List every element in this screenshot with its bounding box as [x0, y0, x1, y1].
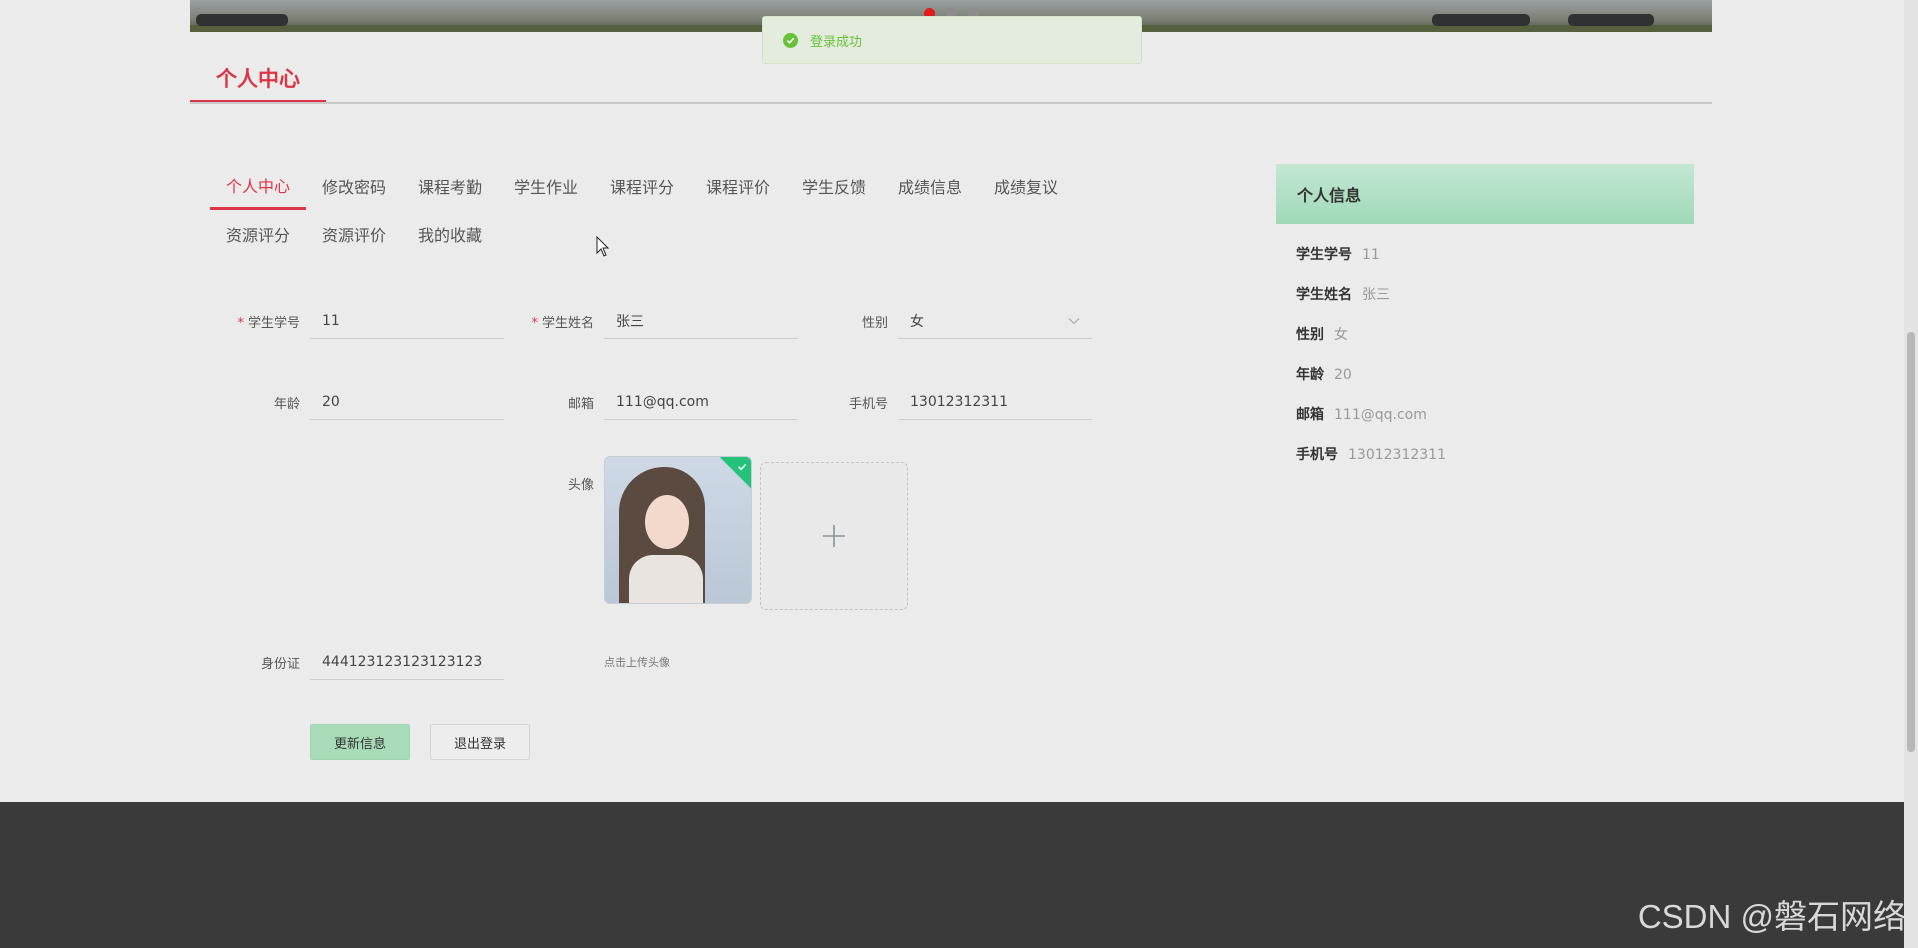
tab-grade-info[interactable]: 成绩信息: [882, 162, 978, 210]
tab-change-password[interactable]: 修改密码: [306, 162, 402, 210]
banner-car: [196, 14, 288, 26]
gender-value: 女: [910, 313, 924, 330]
banner-car: [1432, 14, 1530, 26]
scrollbar-thumb[interactable]: [1907, 332, 1915, 752]
page-title: 个人中心: [190, 56, 326, 104]
info-row-student-name: 学生姓名 张三: [1296, 287, 1390, 303]
phone-label: 手机号: [848, 397, 888, 412]
mouse-cursor-icon: [596, 236, 610, 257]
avatar-image[interactable]: [604, 456, 752, 604]
student-no-input[interactable]: [310, 303, 504, 339]
info-row-age: 年龄 20: [1296, 367, 1352, 383]
phone-input[interactable]: [898, 384, 1092, 420]
tab-course-rating[interactable]: 课程评分: [594, 162, 690, 210]
check-icon: [738, 463, 747, 471]
banner-car: [1568, 14, 1654, 26]
info-row-gender: 性别女: [1296, 327, 1348, 343]
personal-info-title: 个人信息: [1276, 164, 1694, 224]
info-row-phone: 手机号 13012312311: [1296, 447, 1446, 463]
id-card-input[interactable]: [310, 644, 504, 680]
plus-icon: [823, 525, 845, 547]
tab-course-review[interactable]: 课程评价: [690, 162, 786, 210]
tab-student-feedback[interactable]: 学生反馈: [786, 162, 882, 210]
age-label: 年龄: [273, 397, 300, 412]
chevron-down-icon: [1068, 313, 1080, 329]
vertical-scrollbar[interactable]: [1904, 0, 1918, 948]
avatar-upload-button[interactable]: [760, 462, 908, 610]
upload-success-badge: [720, 457, 751, 489]
gender-label: 性别: [861, 316, 888, 331]
email-input[interactable]: [604, 384, 798, 420]
tab-resource-review[interactable]: 资源评价: [306, 210, 402, 258]
tab-resource-rating[interactable]: 资源评分: [210, 210, 306, 258]
tab-course-attendance[interactable]: 课程考勤: [402, 162, 498, 210]
id-card-label: 身份证: [260, 657, 300, 672]
logout-button[interactable]: 退出登录: [430, 724, 530, 760]
tab-my-favorites[interactable]: 我的收藏: [402, 210, 498, 258]
avatar-body: [629, 555, 703, 603]
student-name-label: * 学生姓名: [531, 316, 594, 331]
avatar-upload-hint: 点击上传头像: [604, 656, 670, 669]
student-name-input[interactable]: [604, 303, 798, 339]
info-row-email: 邮箱 111@qq.com: [1296, 407, 1427, 423]
tab-grade-appeal[interactable]: 成绩复议: [978, 162, 1074, 210]
title-divider: [190, 102, 1712, 104]
watermark: CSDN @磐石网络: [1637, 898, 1906, 935]
success-toast: 登录成功: [762, 16, 1142, 64]
update-info-button[interactable]: 更新信息: [310, 724, 410, 760]
avatar-face: [645, 495, 689, 549]
gender-select[interactable]: 女: [898, 303, 1092, 339]
check-circle-icon: [783, 32, 798, 48]
info-row-student-no: 学生学号 11: [1296, 247, 1380, 263]
personal-info-panel: 个人信息 学生学号 11 学生姓名 张三 性别女 年龄 20 邮箱 111@qq.com…: [1276, 164, 1694, 463]
tab-personal-center[interactable]: 个人中心: [210, 162, 306, 210]
avatar-label: 头像: [567, 478, 594, 493]
toast-message: 登录成功: [810, 34, 863, 50]
email-label: 邮箱: [567, 397, 594, 412]
age-input[interactable]: [310, 384, 504, 420]
student-no-label: * 学生学号: [237, 316, 300, 331]
page-footer: [0, 802, 1904, 948]
tab-student-homework[interactable]: 学生作业: [498, 162, 594, 210]
